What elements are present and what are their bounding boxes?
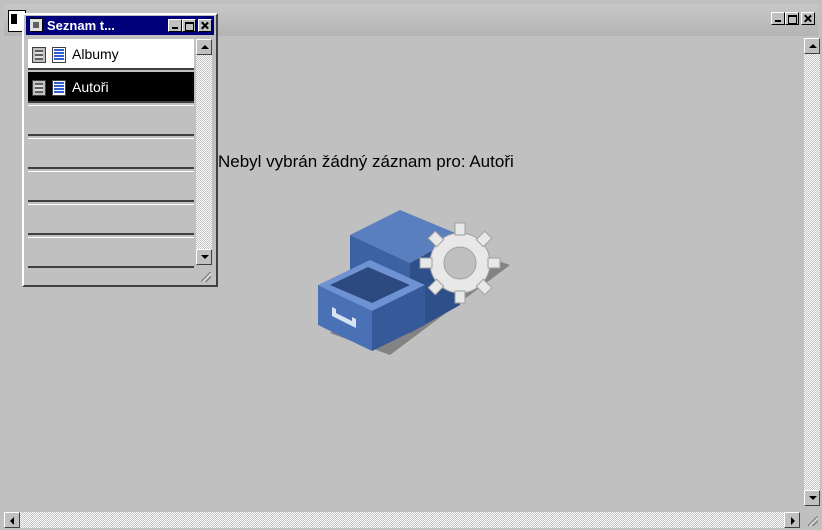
list-scroll-down-button[interactable]	[196, 249, 212, 265]
form-icon[interactable]	[32, 80, 46, 96]
list-close-button[interactable]	[198, 19, 212, 32]
up-arrow-icon	[201, 45, 209, 49]
form-icon[interactable]	[32, 47, 46, 63]
down-arrow-icon	[809, 496, 817, 500]
list-window-title: Seznam t...	[47, 18, 115, 33]
empty-list-row	[28, 105, 194, 136]
list-resize-grip[interactable]	[196, 267, 212, 283]
table-icon[interactable]	[52, 47, 66, 63]
minimize-button[interactable]	[771, 12, 785, 25]
resize-grip[interactable]	[804, 512, 820, 528]
scroll-left-button[interactable]	[4, 512, 20, 528]
table-icon[interactable]	[52, 80, 66, 96]
list-title-bar[interactable]: Seznam t...	[26, 16, 214, 35]
list-item-albumy[interactable]: Albumy	[28, 39, 194, 70]
up-arrow-icon	[809, 44, 817, 48]
empty-list-row	[28, 204, 194, 235]
drawer-gear-illustration	[318, 210, 510, 355]
list-maximize-button[interactable]	[182, 19, 196, 32]
scroll-down-button[interactable]	[804, 490, 820, 506]
vertical-scrollbar[interactable]	[804, 38, 820, 506]
table-list-window[interactable]: Seznam t... Albumy Autoři	[22, 13, 218, 287]
close-button[interactable]	[801, 12, 815, 25]
list-item-autori[interactable]: Autoři	[28, 72, 194, 103]
empty-record-message: Nebyl vybrán žádný záznam pro: Autoři	[218, 152, 514, 171]
left-arrow-icon	[10, 517, 14, 525]
empty-list-row	[28, 237, 194, 268]
list-window-icon[interactable]	[29, 18, 43, 32]
maximize-button[interactable]	[785, 12, 799, 25]
horizontal-scrollbar[interactable]	[4, 512, 800, 528]
scroll-up-button[interactable]	[804, 38, 820, 54]
list-caption-buttons	[168, 19, 212, 32]
list-scroll-up-button[interactable]	[196, 39, 212, 55]
main-caption-buttons	[771, 12, 815, 25]
right-arrow-icon	[791, 517, 795, 525]
down-arrow-icon	[201, 255, 209, 259]
empty-list-row	[28, 138, 194, 169]
scroll-right-button[interactable]	[784, 512, 800, 528]
list-vertical-scrollbar[interactable]	[196, 39, 212, 265]
table-list: Albumy Autoři	[28, 39, 194, 275]
list-item-label: Albumy	[72, 46, 119, 62]
list-item-label: Autoři	[72, 79, 109, 95]
empty-list-row	[28, 171, 194, 202]
list-minimize-button[interactable]	[168, 19, 182, 32]
